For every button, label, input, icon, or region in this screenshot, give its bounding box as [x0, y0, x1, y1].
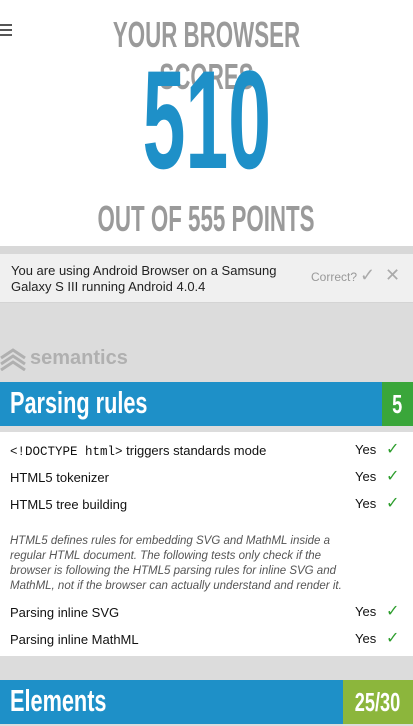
category-title: Elements	[10, 683, 107, 718]
test-row: Parsing inline SVG Yes ✓	[0, 599, 413, 626]
check-icon: ✓	[386, 441, 400, 458]
category-header-parsing-rules[interactable]: Parsing rules	[0, 382, 382, 426]
check-icon: ✓	[386, 495, 400, 512]
test-row: Parsing inline MathML Yes ✓	[0, 626, 413, 653]
category-title: Parsing rules	[10, 385, 148, 420]
category-score: 25/30	[343, 680, 413, 724]
close-icon[interactable]: ✕	[385, 265, 400, 286]
test-result: Yes	[355, 604, 377, 619]
browser-info-text: You are using Android Browser on a Samsu…	[11, 263, 277, 294]
max-points: OUT OF 555 POINTS	[97, 198, 316, 239]
test-list: <!DOCTYPE html> triggers standards mode …	[0, 432, 413, 656]
test-name: HTML5 tokenizer	[10, 470, 109, 485]
test-result: Yes	[355, 469, 377, 484]
divider	[0, 246, 413, 254]
check-icon: ✓	[386, 630, 400, 647]
test-result: Yes	[355, 631, 377, 646]
test-name: Parsing inline MathML	[10, 632, 139, 647]
test-name: <!DOCTYPE html> triggers standards mode	[10, 443, 267, 459]
score-panel: YOUR BROWSER SCORES 510 OUT OF 555 POINT…	[0, 0, 413, 246]
test-note: HTML5 defines rules for embedding SVG an…	[10, 535, 342, 592]
test-result: Yes	[355, 442, 377, 457]
semantics-logo-icon	[0, 348, 26, 371]
test-name: HTML5 tree building	[10, 497, 128, 512]
check-icon: ✓	[386, 468, 400, 485]
test-result: Yes	[355, 496, 377, 511]
check-icon[interactable]: ✓	[360, 265, 375, 286]
test-row: HTML5 tree building Yes ✓	[0, 491, 413, 518]
category-score: 5	[382, 382, 413, 426]
correct-label: Correct?	[311, 270, 358, 284]
total-score: 510	[142, 41, 271, 198]
test-row: HTML5 tokenizer Yes ✓	[0, 464, 413, 491]
check-icon: ✓	[386, 603, 400, 620]
section-title: semantics	[30, 347, 128, 369]
test-name: Parsing inline SVG	[10, 605, 120, 620]
browser-info-bar: You are using Android Browser on a Samsu…	[0, 254, 413, 303]
category-header-elements[interactable]: Elements	[0, 680, 343, 724]
test-row: <!DOCTYPE html> triggers standards mode …	[0, 437, 413, 464]
